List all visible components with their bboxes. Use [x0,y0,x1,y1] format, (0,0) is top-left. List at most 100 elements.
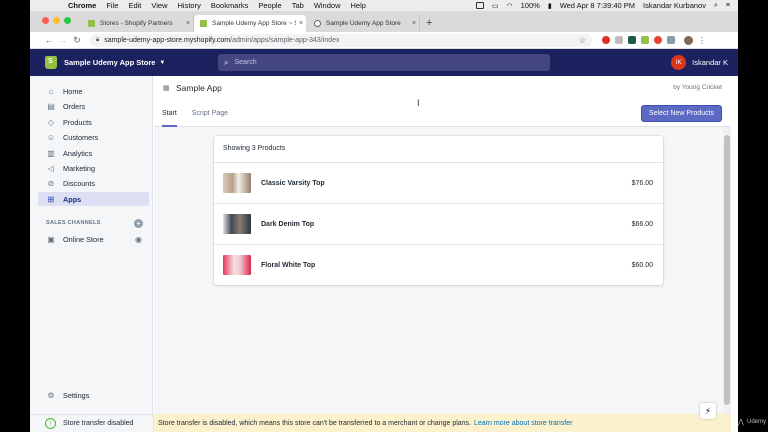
extension-shopify-icon[interactable] [641,36,649,44]
tab-label: Stores - Shopify Partners [100,20,173,27]
tab-close-icon[interactable]: × [409,20,419,27]
admin-sidebar: ⌂ Home ▤ Orders ◇ Products ☺ Customers ▥… [30,76,153,414]
app-grid-icon: ▦ [163,85,170,92]
product-name: Classic Varsity Top [261,179,325,187]
sidebar-item-products[interactable]: ◇ Products [38,115,149,129]
tab-close-icon[interactable]: × [183,20,193,27]
eye-icon[interactable]: ◉ [134,235,143,244]
scrollbar-thumb[interactable] [724,135,730,405]
chevron-down-icon[interactable]: ▼ [159,60,165,66]
store-transfer-status[interactable]: i Store transfer disabled [30,414,154,432]
shopify-logo-icon[interactable] [45,56,57,69]
sidebar-item-label: Apps [63,194,82,204]
extension-puzzle-icon[interactable] [667,36,675,44]
lightning-bolt-icon[interactable]: ⚡︎ [700,403,716,419]
browser-tab-3[interactable]: Sample Udemy App Store × [308,15,420,32]
app-tabs: Start Script Page [162,110,228,127]
airplay-icon[interactable]: ▭ [492,2,499,10]
udemy-logo-icon: ⋀ [738,419,744,426]
url-host: sample-udemy-app-store.myshopify.com [104,36,231,44]
sidebar-item-online-store[interactable]: ▣ Online Store [38,232,149,246]
lock-icon[interactable]: 🔒︎ [96,37,99,44]
back-arrow-icon[interactable]: ← [42,35,56,45]
menu-datetime[interactable]: Wed Apr 8 7:39:40 PM [560,1,635,10]
menu-edit[interactable]: Edit [128,1,141,10]
apps-icon: ⊞ [47,194,55,204]
megaphone-icon: ◁ [47,163,55,173]
menu-view[interactable]: View [151,1,167,10]
browser-tab-1[interactable]: Stores - Shopify Partners × [82,15,194,32]
chrome-profile-avatar[interactable] [684,35,693,45]
sidebar-item-analytics[interactable]: ▥ Analytics [38,146,149,160]
tab-close-icon[interactable]: × [296,20,306,27]
sidebar-item-settings[interactable]: ⚙ Settings [38,388,149,402]
tab-start[interactable]: Start [162,110,177,127]
extension-record-icon[interactable] [654,36,662,44]
menu-bookmarks[interactable]: Bookmarks [211,1,249,10]
menu-file[interactable]: File [106,1,118,10]
bookmark-star-icon[interactable]: ☆ [579,36,586,45]
menu-window[interactable]: Window [314,1,341,10]
browser-toolbar: ← → ↻ 🔒︎ sample-udemy-app-store.myshopif… [30,32,738,49]
menu-list-icon[interactable]: ≡ [726,2,730,9]
scrollbar[interactable] [723,127,731,414]
sidebar-item-customers[interactable]: ☺ Customers [38,130,149,144]
select-new-products-button[interactable]: Select New Products [641,105,722,122]
product-thumbnail [223,214,251,234]
tab-script-page[interactable]: Script Page [192,110,228,127]
close-window-icon[interactable] [42,17,49,24]
user-menu[interactable]: IK Iskandar K [671,55,728,70]
forward-arrow-icon[interactable]: → [56,35,70,45]
minimize-window-icon[interactable] [53,17,60,24]
menu-user[interactable]: Iskandar Kurbanov [643,1,706,10]
learn-more-link[interactable]: Learn more about store transfer [474,420,572,427]
sidebar-item-apps[interactable]: ⊞ Apps [38,192,149,206]
orders-icon: ▤ [47,101,55,111]
product-name: Dark Denim Top [261,220,315,228]
extension-green-icon[interactable] [628,36,636,44]
window-controls [42,17,71,24]
extensions-area: ⋮ [602,35,706,45]
banner-text: Store transfer is disabled, which means … [158,419,471,427]
sidebar-item-marketing[interactable]: ◁ Marketing [38,161,149,175]
menu-app-name[interactable]: Chrome [68,1,96,10]
product-price: $76.00 [631,179,653,187]
shopify-top-bar: Sample Udemy App Store ▼ ⌕ Search IK Isk… [30,49,738,76]
screen-record-icon[interactable] [475,2,484,9]
store-name[interactable]: Sample Udemy App Store [64,58,155,67]
menu-history[interactable]: History [178,1,201,10]
spotlight-icon[interactable]: ⌕ [714,2,718,10]
reload-icon[interactable]: ↻ [70,35,84,46]
tab-label: Sample Udemy App Store ~ Sa [212,20,296,27]
sidebar-item-home[interactable]: ⌂ Home [38,84,149,98]
extension-gray-icon[interactable] [615,36,623,44]
page-title: Sample App [176,83,222,93]
search-icon: ⌕ [224,57,229,67]
sidebar-item-label: Products [63,117,92,127]
menu-people[interactable]: People [258,1,281,10]
zoom-window-icon[interactable] [64,17,71,24]
products-count-heading: Showing 3 Products [223,145,286,152]
sidebar-item-label: Discounts [63,178,96,188]
address-bar[interactable]: 🔒︎ sample-udemy-app-store.myshopify.com … [90,33,592,47]
person-icon: ☺ [46,132,56,142]
product-row[interactable]: Dark Denim Top $66.00 [214,203,663,244]
extension-red-icon[interactable] [602,36,610,44]
home-icon: ⌂ [48,86,54,96]
chrome-menu-icon[interactable]: ⋮ [698,36,706,45]
menu-help[interactable]: Help [351,1,366,10]
browser-tab-2[interactable]: Sample Udemy App Store ~ Sa × [194,15,306,32]
product-row[interactable]: Classic Varsity Top $76.00 [214,162,663,203]
sidebar-item-label: Analytics [63,148,93,158]
product-row[interactable]: Floral White Top $60.00 [214,244,663,285]
product-price: $66.00 [631,220,653,228]
menu-tab[interactable]: Tab [292,1,304,10]
battery-icon[interactable]: ▮ [548,2,552,10]
user-name: Iskandar K [692,58,728,67]
search-input[interactable]: ⌕ Search [218,54,550,71]
new-tab-button[interactable]: + [426,17,432,29]
wifi-icon[interactable]: ◠ [507,2,513,10]
add-sales-channel-icon[interactable]: + [134,219,143,228]
sidebar-item-orders[interactable]: ▤ Orders [38,99,149,113]
sidebar-item-discounts[interactable]: ⊘ Discounts [38,176,149,190]
